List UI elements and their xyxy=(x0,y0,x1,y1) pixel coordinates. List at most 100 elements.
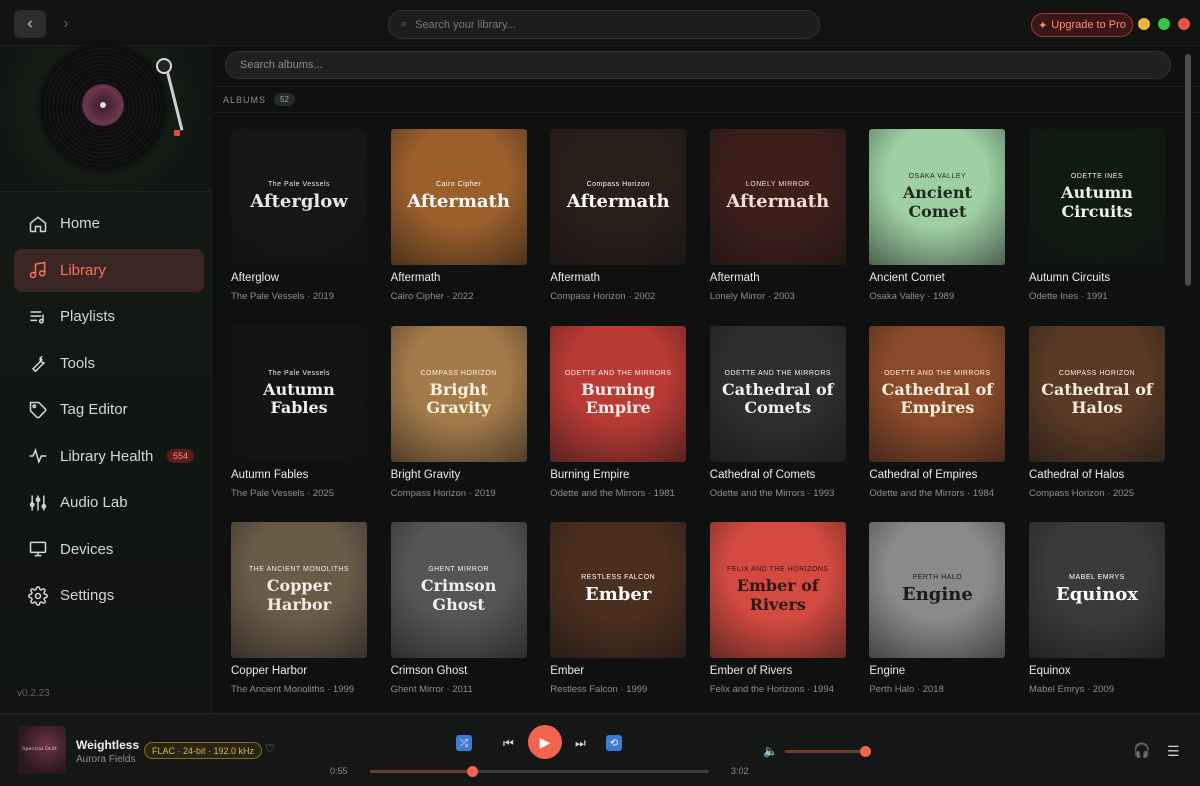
album-cover[interactable]: The Pale Vessels Autumn Fables xyxy=(231,325,367,462)
album-title[interactable]: Burning Empire xyxy=(550,469,686,481)
album-card[interactable]: The Pale Vessels Afterglow Afterglow The Pa… xyxy=(231,129,367,302)
album-title[interactable]: Cathedral of Comets xyxy=(710,469,846,481)
volume-slider[interactable] xyxy=(785,746,871,757)
album-title[interactable]: Cathedral of Empires xyxy=(869,469,1005,481)
album-title[interactable]: Ember of Rivers xyxy=(710,665,846,677)
album-cover[interactable]: MABEL EMRYS Equinox xyxy=(1029,522,1165,658)
close-button[interactable] xyxy=(1178,18,1190,30)
sidebar-item-audio-lab[interactable]: Audio Lab xyxy=(14,481,204,524)
minimize-button[interactable] xyxy=(1138,18,1150,30)
queue-menu-icon[interactable]: ☰ xyxy=(1167,743,1180,760)
album-title[interactable]: Bright Gravity xyxy=(391,469,527,481)
library-search-input[interactable]: ⌕ Search your library... xyxy=(388,10,820,39)
album-card[interactable]: OSAKA VALLEY Ancient Comet Ancient Comet Os… xyxy=(869,129,1006,302)
album-card[interactable]: LONELY MIRROR Aftermath Aftermath Lonely Mi… xyxy=(709,129,846,302)
album-card[interactable]: ODETTE AND THE MIRRORS Cathedral of Empir… xyxy=(869,325,1006,499)
cover-artist-text: ODETTE AND THE MIRRORS xyxy=(884,369,991,377)
total-time: 3:02 xyxy=(731,766,749,776)
album-artist-year: Odette and the Mirrors · 1981 xyxy=(550,487,675,499)
seek-bar[interactable] xyxy=(370,766,709,777)
album-title[interactable]: Autumn Circuits xyxy=(1029,272,1165,284)
album-cover[interactable]: RESTLESS FALCON Ember xyxy=(550,522,687,658)
album-cover[interactable]: Cairo Cipher Aftermath xyxy=(390,129,527,265)
album-title[interactable]: Copper Harbor xyxy=(231,665,367,677)
sidebar-item-home[interactable]: Home xyxy=(14,202,204,245)
previous-button[interactable]: ⏮ xyxy=(503,736,514,751)
cover-title-text: Crimson Ghost xyxy=(420,576,497,614)
back-button[interactable]: ‹ xyxy=(14,10,46,38)
sidebar-item-settings[interactable]: Settings xyxy=(14,574,204,617)
album-cover[interactable]: GHENT MIRROR Crimson Ghost xyxy=(390,522,527,658)
album-cover[interactable]: ODETTE AND THE MIRRORS Burning Empire xyxy=(550,325,687,462)
album-card[interactable]: FELIX AND THE HORIZONS Ember of Rivers Emb… xyxy=(709,522,846,695)
album-cover[interactable]: Compass Horizon Aftermath xyxy=(550,129,687,265)
repeat-button[interactable]: ⟲ xyxy=(606,735,622,751)
album-card[interactable]: PERTH HALO Engine Engine Perth Halo · 2018 xyxy=(869,522,1006,695)
album-card[interactable]: THE ANCIENT MONOLITHS Copper Harbor Copper… xyxy=(231,522,367,695)
album-cover[interactable]: COMPASS HORIZON Bright Gravity xyxy=(390,325,527,462)
album-title[interactable]: Aftermath xyxy=(710,272,846,284)
sidebar-item-library-health[interactable]: Library Health 554 xyxy=(14,435,204,478)
sidebar-item-devices[interactable]: Devices xyxy=(14,528,204,571)
album-card[interactable]: ODETTE INES Autumn Circuits Autumn Circuit… xyxy=(1029,129,1165,302)
album-cover[interactable]: ODETTE AND THE MIRRORS Cathedral of Comet… xyxy=(709,325,846,462)
album-title[interactable]: Cathedral of Halos xyxy=(1029,469,1165,481)
album-search-input[interactable]: Search albums... xyxy=(225,51,1171,79)
sidebar-item-library[interactable]: Library xyxy=(14,248,204,292)
shuffle-icon: ⤮ xyxy=(460,737,468,749)
heart-icon[interactable]: ♡ xyxy=(265,742,275,755)
album-cover[interactable]: OSAKA VALLEY Ancient Comet xyxy=(869,129,1006,265)
album-cover[interactable]: ODETTE INES Autumn Circuits xyxy=(1029,129,1165,265)
album-title[interactable]: Crimson Ghost xyxy=(391,665,527,677)
play-button[interactable]: ▶ xyxy=(528,725,562,759)
headphones-icon[interactable]: 🎧 xyxy=(1133,742,1150,759)
playlist-icon xyxy=(30,310,44,324)
sidebar-item-playlists[interactable]: Playlists xyxy=(14,295,204,338)
album-card[interactable]: MABEL EMRYS Equinox Equinox Mabel Emrys · 2… xyxy=(1029,522,1165,695)
now-playing-artist[interactable]: Aurora Fields xyxy=(76,754,135,765)
shuffle-button[interactable]: ⤮ xyxy=(456,735,472,751)
seek-handle[interactable] xyxy=(466,766,478,777)
album-artist-year: The Ancient Monoliths · 1999 xyxy=(231,684,355,695)
album-title[interactable]: Aftermath xyxy=(391,272,527,284)
album-cover[interactable]: THE ANCIENT MONOLITHS Copper Harbor xyxy=(231,522,367,658)
album-card[interactable]: ODETTE AND THE MIRRORS Burning Empire Burn… xyxy=(550,325,687,499)
now-playing-cover[interactable]: Spectral Drift xyxy=(18,726,66,774)
album-cover[interactable]: ODETTE AND THE MIRRORS Cathedral of Empir… xyxy=(869,325,1006,462)
album-card[interactable]: ODETTE AND THE MIRRORS Cathedral of Comet… xyxy=(709,325,846,499)
album-cover[interactable]: PERTH HALO Engine xyxy=(869,522,1006,658)
wrench-icon xyxy=(31,355,45,373)
album-artist-year: The Pale Vessels · 2019 xyxy=(231,291,334,302)
album-card[interactable]: The Pale Vessels Autumn Fables Autumn Fabl… xyxy=(231,325,367,499)
volume-icon[interactable]: 🔈 xyxy=(763,744,778,758)
album-title[interactable]: Afterglow xyxy=(231,272,367,284)
album-title[interactable]: Ancient Comet xyxy=(869,272,1005,284)
album-card[interactable]: Compass Horizon Aftermath Aftermath Compass… xyxy=(550,129,687,302)
album-artist-year: Odette and the Mirrors · 1993 xyxy=(709,487,835,499)
album-cover[interactable]: LONELY MIRROR Aftermath xyxy=(709,129,846,265)
album-title[interactable]: Ember xyxy=(550,665,686,677)
album-cover[interactable]: COMPASS HORIZON Cathedral of Halos xyxy=(1029,325,1165,462)
album-cover[interactable]: FELIX AND THE HORIZONS Ember of Rivers xyxy=(709,522,846,658)
maximize-button[interactable] xyxy=(1158,18,1170,30)
album-title[interactable]: Equinox xyxy=(1029,665,1165,677)
volume-handle[interactable] xyxy=(860,746,871,757)
album-card[interactable]: COMPASS HORIZON Bright Gravity Bright Grav… xyxy=(390,325,527,499)
album-title[interactable]: Aftermath xyxy=(550,272,686,284)
next-button[interactable]: ⏭ xyxy=(575,736,586,751)
album-cover[interactable]: The Pale Vessels Afterglow xyxy=(231,129,367,265)
scrollbar-thumb[interactable] xyxy=(1185,54,1191,286)
album-card[interactable]: Cairo Cipher Aftermath Aftermath Cairo Ciph… xyxy=(390,129,527,302)
album-card[interactable]: GHENT MIRROR Crimson Ghost Crimson Ghost Gh… xyxy=(390,522,527,695)
sidebar-item-label: Library xyxy=(60,261,106,279)
album-card[interactable]: RESTLESS FALCON Ember Ember Restless Falcon… xyxy=(550,522,687,695)
sidebar-item-tag-editor[interactable]: Tag Editor xyxy=(14,388,204,431)
album-title[interactable]: Engine xyxy=(869,665,1005,677)
sidebar-item-tools[interactable]: Tools xyxy=(14,342,204,385)
album-title[interactable]: Autumn Fables xyxy=(231,469,367,481)
home-icon xyxy=(29,215,47,232)
upgrade-button[interactable]: ✦ Upgrade to Pro xyxy=(1031,13,1133,37)
album-card[interactable]: COMPASS HORIZON Cathedral of Halos Cathedr… xyxy=(1029,325,1165,499)
forward-button[interactable]: › xyxy=(50,10,82,38)
scrollbar[interactable] xyxy=(1184,46,1192,713)
